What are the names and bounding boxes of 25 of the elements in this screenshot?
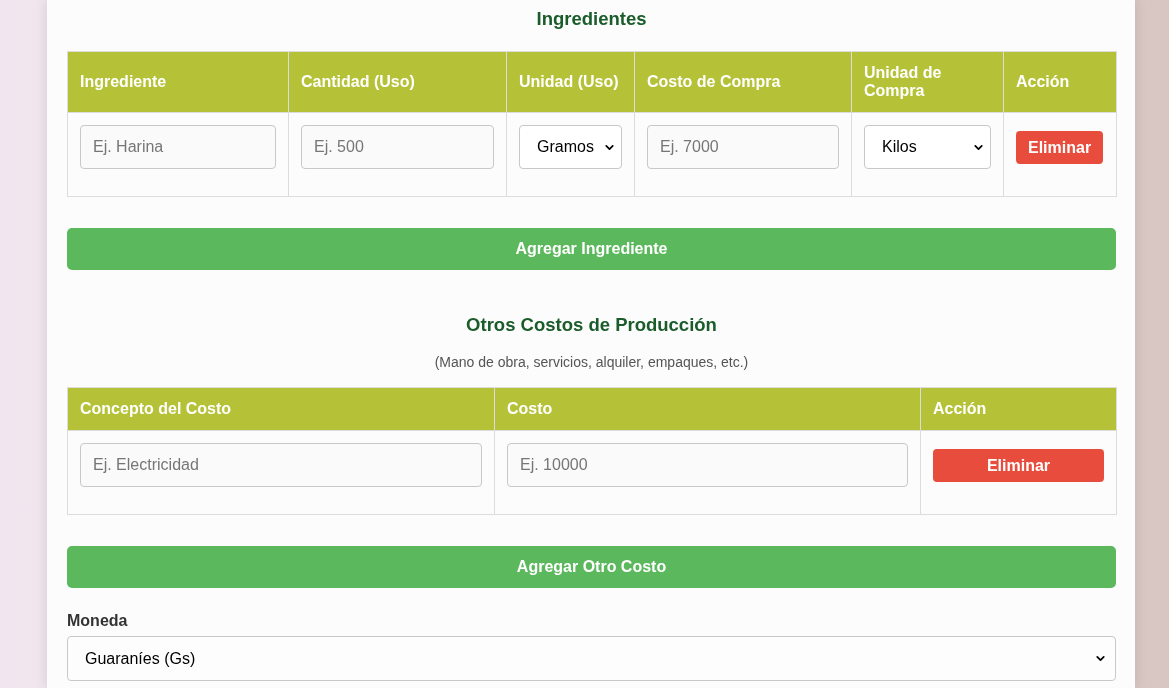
add-button[interactable]: Agregar Ingrediente (67, 228, 1116, 270)
input-field[interactable]: Ej. 500 (301, 125, 494, 169)
column-header: Acción (1003, 51, 1117, 113)
section-subtitle: (Mano de obra, servicios, alquiler, empaques, etc.) (433, 353, 750, 372)
remove-button[interactable]: Eliminar (1016, 130, 1104, 164)
input-field[interactable]: Ej. Electricidad (80, 443, 482, 487)
remove-button[interactable]: Eliminar (933, 448, 1104, 482)
input-field[interactable]: Ej. 7000 (647, 125, 839, 169)
dropdown[interactable]: Gramos (519, 125, 622, 169)
column-header: Costo (494, 387, 921, 431)
column-header: Costo de Compra (634, 51, 852, 113)
section-title: Ingredientes (535, 7, 648, 31)
dropdown[interactable]: Guaraníes (Gs) (67, 636, 1116, 681)
column-header: Concepto del Costo (67, 387, 495, 431)
column-header: Acción (920, 387, 1117, 431)
input-field[interactable]: Ej. 10000 (507, 443, 908, 487)
dropdown[interactable]: Kilos (864, 125, 991, 169)
column-header: Unidad de Compra (851, 51, 1004, 113)
column-header: Unidad (Uso) (506, 51, 635, 113)
field-label: Moneda (67, 611, 128, 631)
column-header: Ingrediente (67, 51, 289, 113)
column-header: Cantidad (Uso) (288, 51, 507, 113)
add-button[interactable]: Agregar Otro Costo (67, 546, 1116, 588)
input-field[interactable]: Ej. Harina (80, 125, 276, 169)
section-title: Otros Costos de Producción (465, 313, 718, 337)
